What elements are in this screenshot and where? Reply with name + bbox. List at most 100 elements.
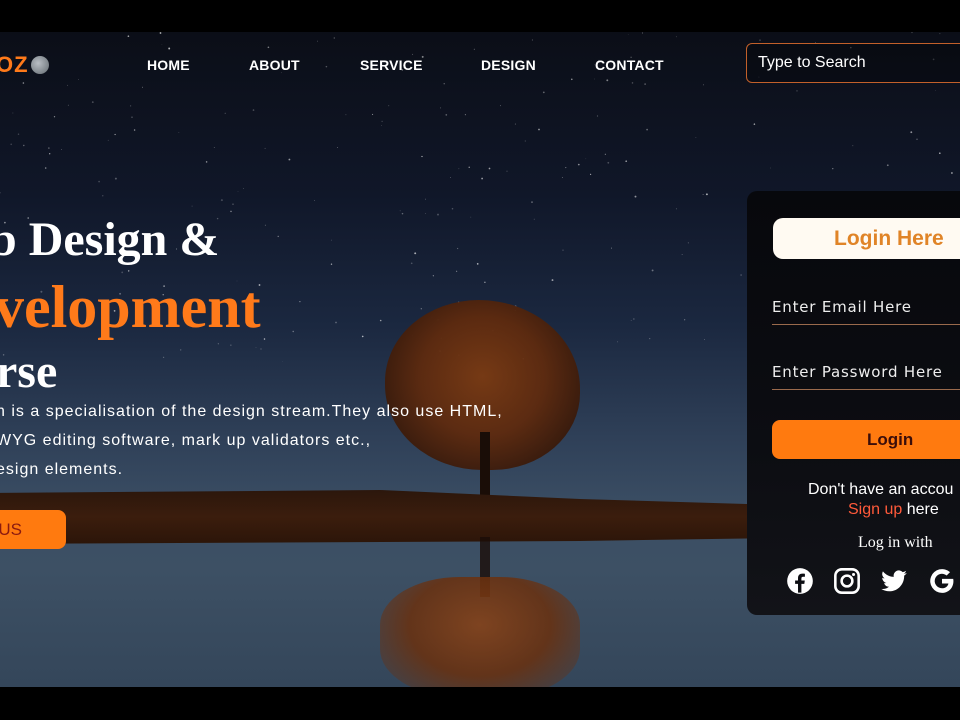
- star: [114, 133, 116, 136]
- star: [488, 167, 491, 170]
- hero-title-line-1: b Design &: [0, 213, 220, 266]
- star: [401, 212, 404, 215]
- star: [443, 83, 445, 85]
- hero-title-line-2: velopment: [0, 274, 261, 340]
- email-field: [772, 298, 960, 325]
- nav-service[interactable]: SERVICE: [360, 57, 423, 73]
- letterbox-bottom: [0, 687, 960, 720]
- search-box: [746, 43, 960, 83]
- star: [67, 104, 69, 106]
- star: [388, 105, 390, 107]
- star: [44, 167, 47, 169]
- star: [127, 35, 130, 38]
- star: [61, 148, 62, 150]
- signup-line: Sign up here: [848, 501, 939, 519]
- star: [230, 210, 232, 213]
- star: [180, 349, 182, 351]
- star: [644, 83, 646, 85]
- star: [484, 281, 486, 284]
- nav-about[interactable]: ABOUT: [249, 57, 300, 73]
- star: [607, 161, 610, 164]
- logo[interactable]: OZ: [0, 52, 49, 78]
- star: [277, 235, 279, 238]
- star: [625, 160, 628, 163]
- star: [299, 300, 301, 303]
- star: [161, 43, 163, 45]
- facebook-login-button[interactable]: [786, 567, 814, 595]
- star: [561, 177, 563, 178]
- star: [886, 164, 889, 167]
- star: [533, 218, 535, 220]
- star: [531, 201, 533, 203]
- star: [687, 242, 689, 244]
- star: [217, 343, 219, 345]
- star: [627, 34, 629, 35]
- star: [464, 114, 466, 116]
- star: [514, 123, 516, 125]
- nav-contact[interactable]: CONTACT: [595, 57, 664, 73]
- star: [381, 120, 383, 123]
- star: [337, 147, 338, 148]
- star: [0, 192, 1, 194]
- star: [456, 270, 458, 272]
- login-button[interactable]: Login: [772, 420, 960, 459]
- star: [114, 177, 117, 180]
- star: [263, 338, 266, 340]
- star: [252, 109, 255, 111]
- star: [542, 91, 545, 94]
- star: [634, 195, 637, 198]
- star: [939, 152, 941, 154]
- star: [127, 270, 130, 272]
- star: [456, 247, 459, 250]
- star: [48, 147, 50, 149]
- star: [133, 129, 136, 131]
- star: [142, 86, 143, 88]
- password-input[interactable]: [772, 363, 960, 389]
- star: [267, 46, 270, 49]
- star: [243, 188, 244, 189]
- star: [440, 107, 442, 109]
- star: [107, 139, 109, 141]
- nav-home[interactable]: HOME: [147, 57, 190, 73]
- star: [437, 213, 439, 216]
- star: [317, 40, 318, 42]
- star: [379, 319, 382, 322]
- star: [91, 101, 94, 103]
- search-input[interactable]: [747, 44, 960, 82]
- star: [910, 131, 913, 134]
- star: [702, 193, 704, 195]
- star: [98, 180, 100, 183]
- star: [78, 79, 79, 80]
- join-us-button[interactable]: US: [0, 510, 66, 549]
- star: [12, 112, 14, 114]
- star: [468, 166, 470, 168]
- star: [213, 147, 215, 149]
- hero-title-line-3: rse: [0, 345, 58, 398]
- star: [168, 47, 171, 50]
- hero-description-line-1: n is a specialisation of the design stre…: [0, 403, 503, 420]
- hero-description-line-3: esign elements.: [0, 461, 124, 478]
- twitter-login-button[interactable]: [880, 567, 908, 595]
- star: [705, 193, 708, 196]
- nav-design[interactable]: DESIGN: [481, 57, 536, 73]
- star: [939, 33, 941, 35]
- star: [571, 78, 573, 81]
- star: [361, 335, 364, 338]
- signup-link[interactable]: Sign up: [848, 501, 902, 518]
- star: [17, 133, 20, 135]
- instagram-login-button[interactable]: [833, 567, 861, 595]
- email-input[interactable]: [772, 298, 960, 324]
- star: [425, 198, 426, 200]
- star: [205, 161, 208, 163]
- star: [911, 32, 913, 34]
- star: [178, 131, 180, 133]
- star: [325, 65, 328, 68]
- password-field: [772, 363, 960, 390]
- star: [372, 113, 374, 115]
- star: [230, 344, 232, 346]
- google-login-button[interactable]: [928, 567, 956, 595]
- star: [681, 254, 683, 255]
- star: [292, 330, 294, 333]
- star: [531, 39, 533, 41]
- star: [264, 224, 266, 226]
